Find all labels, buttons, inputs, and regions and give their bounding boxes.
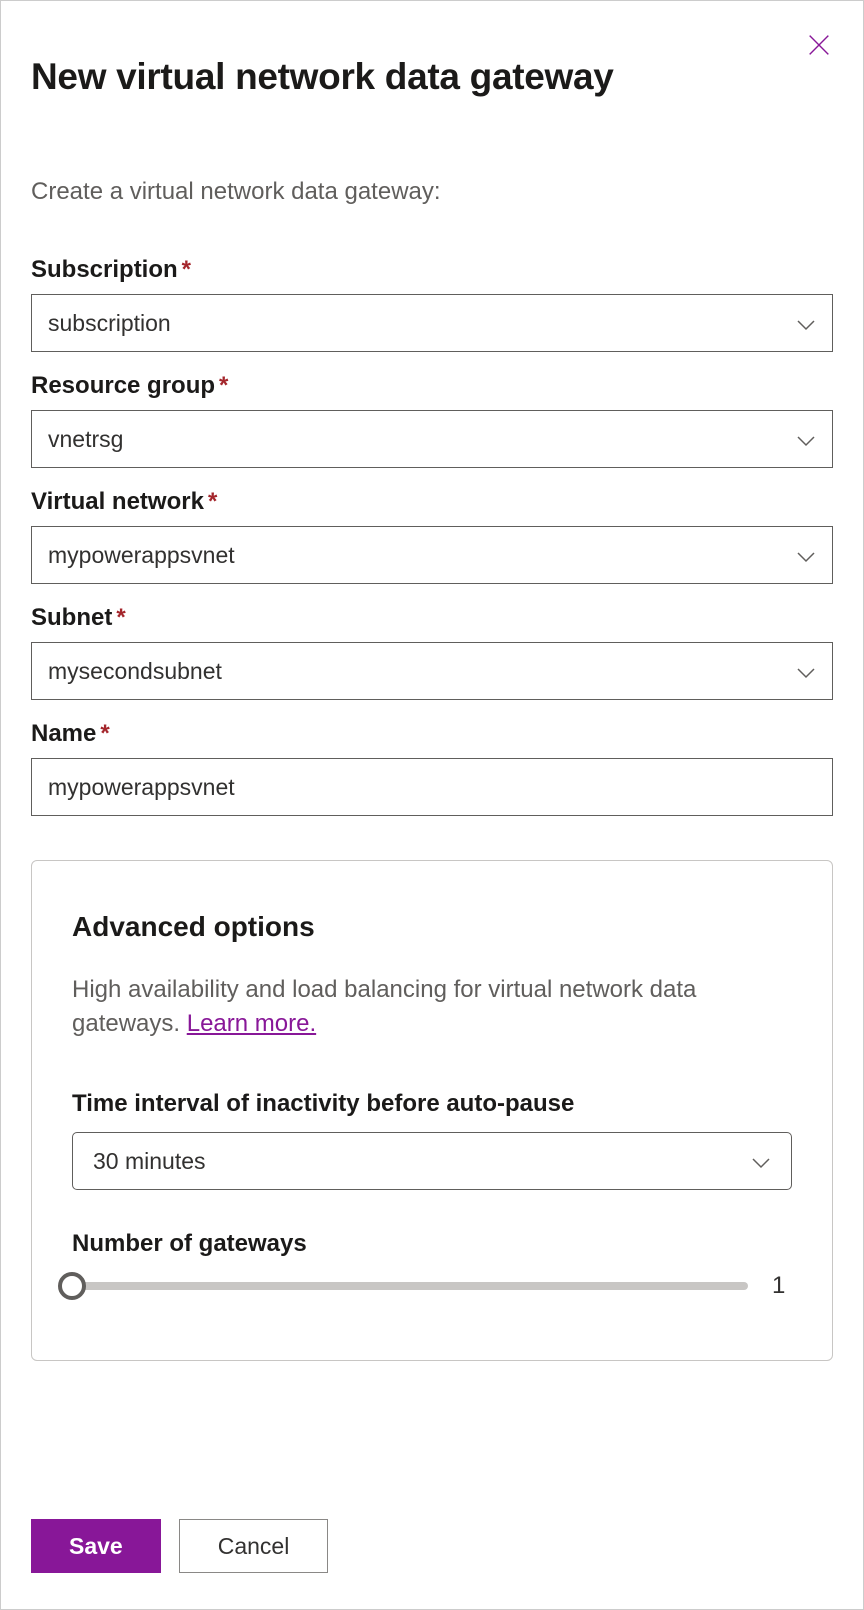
chevron-down-icon	[796, 542, 816, 569]
chevron-down-icon	[796, 310, 816, 337]
subscription-label-text: Subscription	[31, 256, 178, 283]
resource-group-label-text: Resource group	[31, 372, 215, 399]
close-icon	[805, 46, 833, 63]
advanced-options-description: High availability and load balancing for…	[72, 973, 792, 1040]
chevron-down-icon	[796, 658, 816, 685]
required-marker: *	[219, 372, 228, 399]
resource-group-value: vnetrsg	[48, 426, 123, 453]
time-interval-value: 30 minutes	[93, 1148, 206, 1175]
required-marker: *	[100, 720, 109, 747]
subscription-dropdown[interactable]: subscription	[31, 294, 833, 352]
close-button[interactable]	[805, 31, 833, 64]
number-of-gateways-label: Number of gateways	[72, 1230, 792, 1258]
virtual-network-dropdown[interactable]: mypowerappsvnet	[31, 526, 833, 584]
gateways-slider[interactable]	[72, 1282, 748, 1290]
subnet-dropdown[interactable]: mysecondsubnet	[31, 642, 833, 700]
advanced-desc-text: High availability and load balancing for…	[72, 976, 696, 1037]
chevron-down-icon	[751, 1148, 771, 1175]
virtual-network-label: Virtual network*	[31, 488, 833, 516]
name-label-text: Name	[31, 720, 96, 747]
dialog-title: New virtual network data gateway	[31, 56, 833, 98]
dialog-footer: Save Cancel	[31, 1519, 328, 1573]
subnet-label-text: Subnet	[31, 604, 112, 631]
time-interval-dropdown[interactable]: 30 minutes	[72, 1132, 792, 1190]
required-marker: *	[116, 604, 125, 631]
resource-group-label: Resource group*	[31, 372, 833, 400]
slider-thumb[interactable]	[58, 1272, 86, 1300]
advanced-options-title: Advanced options	[72, 911, 792, 943]
subscription-value: subscription	[48, 310, 171, 337]
save-button[interactable]: Save	[31, 1519, 161, 1573]
learn-more-link[interactable]: Learn more.	[187, 1010, 316, 1037]
time-interval-label: Time interval of inactivity before auto-…	[72, 1090, 792, 1118]
virtual-network-value: mypowerappsvnet	[48, 542, 235, 569]
virtual-network-label-text: Virtual network	[31, 488, 204, 515]
required-marker: *	[182, 256, 191, 283]
required-marker: *	[208, 488, 217, 515]
gateways-value: 1	[772, 1272, 792, 1300]
chevron-down-icon	[796, 426, 816, 453]
resource-group-dropdown[interactable]: vnetrsg	[31, 410, 833, 468]
name-input[interactable]	[31, 758, 833, 816]
name-label: Name*	[31, 720, 833, 748]
cancel-button[interactable]: Cancel	[179, 1519, 329, 1573]
advanced-options-section: Advanced options High availability and l…	[31, 860, 833, 1361]
subnet-value: mysecondsubnet	[48, 658, 222, 685]
dialog-subtitle: Create a virtual network data gateway:	[31, 178, 833, 206]
subscription-label: Subscription*	[31, 256, 833, 284]
subnet-label: Subnet*	[31, 604, 833, 632]
